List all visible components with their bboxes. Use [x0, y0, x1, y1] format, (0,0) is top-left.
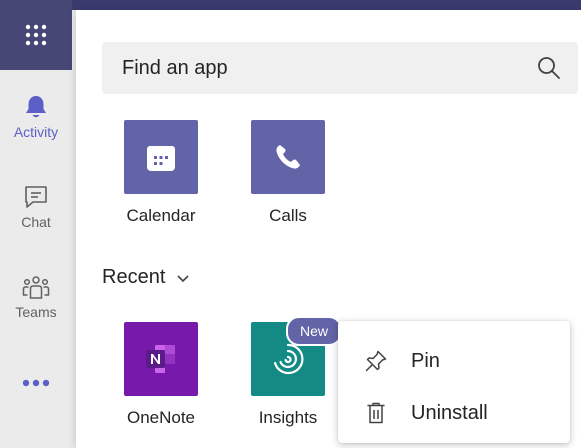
calls-tile	[251, 120, 325, 194]
app-tile-calendar[interactable]: Calendar	[116, 120, 206, 226]
phone-icon	[276, 145, 300, 169]
menu-item-label: Pin	[411, 349, 440, 372]
app-tile-onenote[interactable]: OneNote	[116, 322, 206, 428]
bell-icon	[26, 96, 46, 118]
chevron-down-icon	[177, 274, 189, 282]
waffle-icon	[25, 24, 47, 46]
onenote-icon	[146, 345, 175, 373]
teams-icon	[22, 276, 50, 299]
app-rail: Activity Chat Teams	[0, 0, 72, 448]
calendar-icon	[147, 146, 175, 171]
context-menu: Pin Uninstall	[338, 321, 570, 443]
rail-item-chat[interactable]: Chat	[0, 184, 72, 230]
new-badge: New	[286, 316, 342, 346]
more-icon	[22, 379, 50, 387]
app-name: Calls	[269, 206, 307, 225]
trash-icon	[367, 402, 385, 424]
rail-item-label: Teams	[15, 304, 57, 320]
rail-item-label: Activity	[13, 124, 59, 140]
menu-item-pin[interactable]: Pin	[338, 337, 570, 385]
app-tile-calls[interactable]: Calls	[243, 120, 333, 226]
app-name: Insights	[258, 408, 318, 427]
search-placeholder: Find an app	[122, 57, 228, 79]
pin-icon	[365, 350, 387, 372]
app-launcher-button[interactable]	[0, 0, 72, 70]
rail-item-activity[interactable]: Activity	[0, 94, 72, 140]
app-name: Calendar	[126, 206, 196, 225]
recent-section-toggle[interactable]: Recent	[102, 266, 189, 289]
rail-item-label: Chat	[21, 214, 51, 230]
rail-item-teams[interactable]: Teams	[0, 274, 72, 320]
title-bar	[0, 0, 581, 10]
menu-item-label: Uninstall	[411, 401, 488, 424]
more-apps-button[interactable]	[0, 378, 72, 388]
menu-item-uninstall[interactable]: Uninstall	[338, 389, 570, 437]
app-name: OneNote	[126, 408, 196, 427]
search-icon[interactable]	[536, 55, 562, 81]
onenote-tile	[124, 322, 198, 396]
recent-heading: Recent	[102, 266, 166, 288]
chat-icon	[25, 186, 47, 208]
calendar-tile	[124, 120, 198, 194]
search-input[interactable]: Find an app	[102, 42, 578, 94]
